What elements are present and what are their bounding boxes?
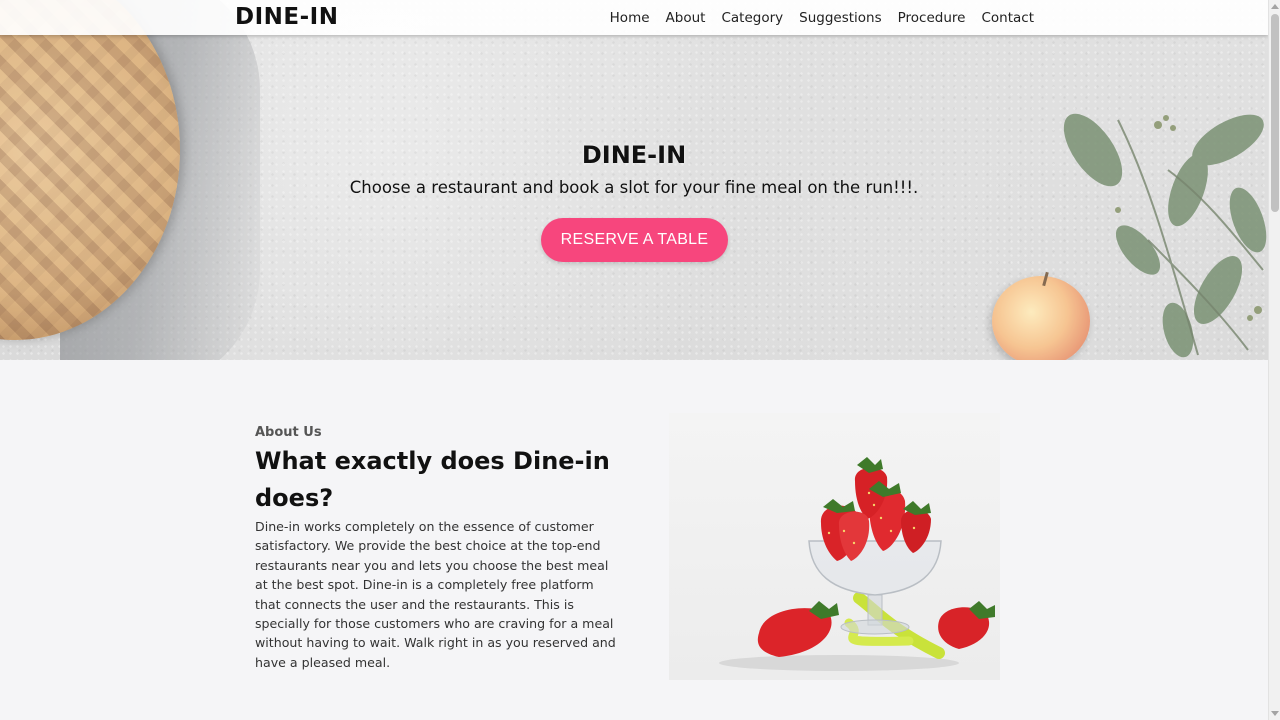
strawberries-illustration	[719, 457, 995, 671]
about-heading: What exactly does Dine-in does?	[255, 447, 610, 512]
strawberries-image	[669, 413, 1000, 680]
about-section: About Us What exactly does Dine-in does?…	[0, 360, 1268, 720]
nav-link-procedure[interactable]: Procedure	[898, 10, 966, 26]
nav-link-category[interactable]: Category	[721, 10, 783, 26]
scrollbar-thumb[interactable]	[1271, 14, 1279, 212]
scroll-down-icon[interactable]	[1271, 711, 1279, 716]
scroll-up-icon[interactable]	[1271, 4, 1279, 9]
nav-links: Home About Category Suggestions Procedur…	[610, 0, 1034, 35]
navbar: DINE-IN Home About Category Suggestions …	[0, 0, 1268, 35]
nav-link-about[interactable]: About	[666, 10, 706, 26]
about-label: About Us	[255, 425, 322, 440]
brand-logo[interactable]: DINE-IN	[235, 4, 338, 30]
hero-content: DINE-IN Choose a restaurant and book a s…	[0, 0, 1268, 360]
nav-link-contact[interactable]: Contact	[981, 10, 1034, 26]
vertical-scrollbar[interactable]	[1268, 0, 1280, 720]
hero-subtitle: Choose a restaurant and book a slot for …	[349, 178, 919, 197]
about-description: Dine-in works completely on the essence …	[255, 519, 616, 670]
reserve-table-button[interactable]: RESERVE A TABLE	[541, 218, 728, 262]
hero-section: DINE-IN Choose a restaurant and book a s…	[0, 0, 1268, 360]
nav-link-home[interactable]: Home	[610, 10, 650, 26]
nav-link-suggestions[interactable]: Suggestions	[799, 10, 882, 26]
page: DINE-IN Choose a restaurant and book a s…	[0, 0, 1268, 720]
hero-title: DINE-IN	[581, 141, 687, 169]
